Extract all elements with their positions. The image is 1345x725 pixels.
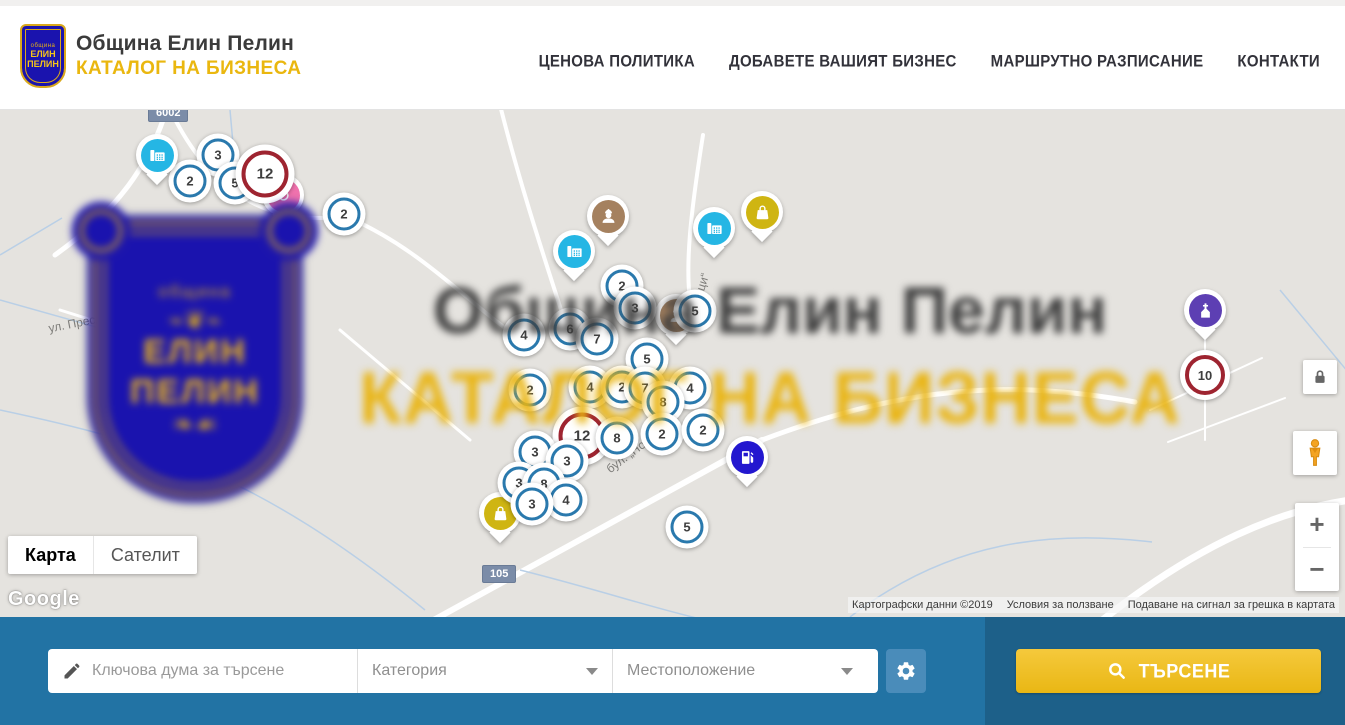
church-pin[interactable] [1184, 289, 1226, 331]
filter-box: Категория Местоположение [48, 649, 878, 693]
nav-add-your-business[interactable]: ДОБАВЕТЕ ВАШИЯТ БИЗНЕС [729, 51, 957, 70]
brand-text: Община Елин Пелин КАТАЛОГ НА БИЗНЕСА [76, 32, 301, 80]
pin-head [693, 207, 735, 249]
pin-head [553, 230, 595, 272]
crest-ornament-bottom: ❧☙ [172, 412, 217, 436]
location-dropdown[interactable]: Местоположение [613, 649, 867, 693]
site-subtitle: КАТАЛОГ НА БИЗНЕСА [76, 58, 301, 80]
map-type-satellite-button[interactable]: Сателит [93, 536, 197, 574]
search-submit-button[interactable]: ТЪРСЕНЕ [1016, 649, 1321, 693]
nav-contacts[interactable]: КОНТАКТИ [1237, 51, 1320, 70]
crest-name-line1: ЕЛИН [30, 49, 55, 59]
fuel-icon [731, 441, 764, 474]
crest-name-line2: ПЕЛИН [27, 59, 59, 69]
keyword-search-input[interactable] [92, 662, 345, 680]
watermark-crest-line2: ПЕЛИН [130, 372, 260, 412]
municipality-crest: община ЕЛИН ПЕЛИН [20, 24, 66, 88]
factory-icon [698, 212, 731, 245]
gear-icon [895, 660, 917, 682]
map-attribution: Картографски данни ©2019 Условия за ползв… [848, 597, 1339, 613]
map-type-control: Карта Сателит [8, 536, 197, 574]
worker-icon [592, 200, 625, 233]
zoom-control: + − [1295, 503, 1339, 591]
main-nav: ЦЕНОВА ПОЛИТИКА ДОБАВЕТЕ ВАШИЯТ БИЗНЕС М… [539, 6, 1320, 116]
category-dropdown[interactable]: Категория [358, 649, 613, 693]
category-dropdown-label: Категория [372, 662, 586, 680]
fuel-pin[interactable] [726, 436, 768, 478]
zoom-out-button[interactable]: − [1295, 548, 1339, 592]
attribution-link[interactable]: Условия за ползване [1007, 599, 1114, 611]
factory-pin[interactable] [553, 230, 595, 272]
site-title: Община Елин Пелин [76, 32, 301, 56]
lock-icon [1310, 367, 1330, 387]
bag-icon [746, 196, 779, 229]
crest-curl-right [260, 202, 318, 260]
bag-pin[interactable] [741, 191, 783, 233]
search-button-label: ТЪРСЕНЕ [1139, 659, 1231, 682]
chevron-down-icon [586, 668, 598, 675]
advanced-settings-button[interactable] [886, 649, 926, 693]
factory-icon [558, 235, 591, 268]
factory-pin[interactable] [136, 134, 178, 176]
church-icon [1189, 294, 1222, 327]
pegman-icon [1302, 438, 1328, 468]
watermark-crest-line1: ЕЛИН [143, 332, 247, 372]
factory-pin[interactable] [693, 207, 735, 249]
google-logo[interactable]: Google [8, 588, 80, 611]
pin-head [1184, 289, 1226, 331]
search-icon [1107, 661, 1127, 681]
lock-button[interactable] [1303, 360, 1337, 394]
site-logo[interactable]: община ЕЛИН ПЕЛИН Община Елин Пелин КАТА… [20, 24, 301, 88]
map-type-map-button[interactable]: Карта [8, 536, 93, 574]
keyword-segment[interactable] [48, 649, 358, 693]
location-dropdown-label: Местоположение [627, 662, 841, 680]
crest-curl-left [72, 202, 130, 260]
nav-pricing-policy[interactable]: ЦЕНОВА ПОЛИТИКА [539, 51, 695, 70]
factory-icon [141, 139, 174, 172]
chevron-down-icon [841, 668, 853, 675]
google-map[interactable]: 6002105 ул. Преславбул. „Новоселци“ 3251… [0, 110, 1345, 617]
search-bar: Категория Местоположение ТЪРСЕНЕ [0, 617, 1345, 725]
nav-route-schedule[interactable]: МАРШРУТНО РАЗПИСАНИЕ [991, 51, 1204, 70]
pin-head [741, 191, 783, 233]
attribution-link[interactable]: Подаване на сигнал за грешка в картата [1128, 599, 1335, 611]
pin-head [136, 134, 178, 176]
attribution-copyright: Картографски данни ©2019 [852, 599, 993, 611]
pin-head [726, 436, 768, 478]
pegman-button[interactable] [1293, 431, 1337, 475]
watermark-crest: община ⌁❦⌁ ЕЛИН ПЕЛИН ❧☙ [88, 216, 302, 502]
pencil-icon [62, 661, 82, 681]
site-header: община ЕЛИН ПЕЛИН Община Елин Пелин КАТА… [0, 0, 1345, 110]
crest-ornament-top: ⌁❦⌁ [168, 308, 221, 332]
watermark-crest-top-text: община [158, 282, 232, 302]
zoom-in-button[interactable]: + [1295, 503, 1339, 547]
